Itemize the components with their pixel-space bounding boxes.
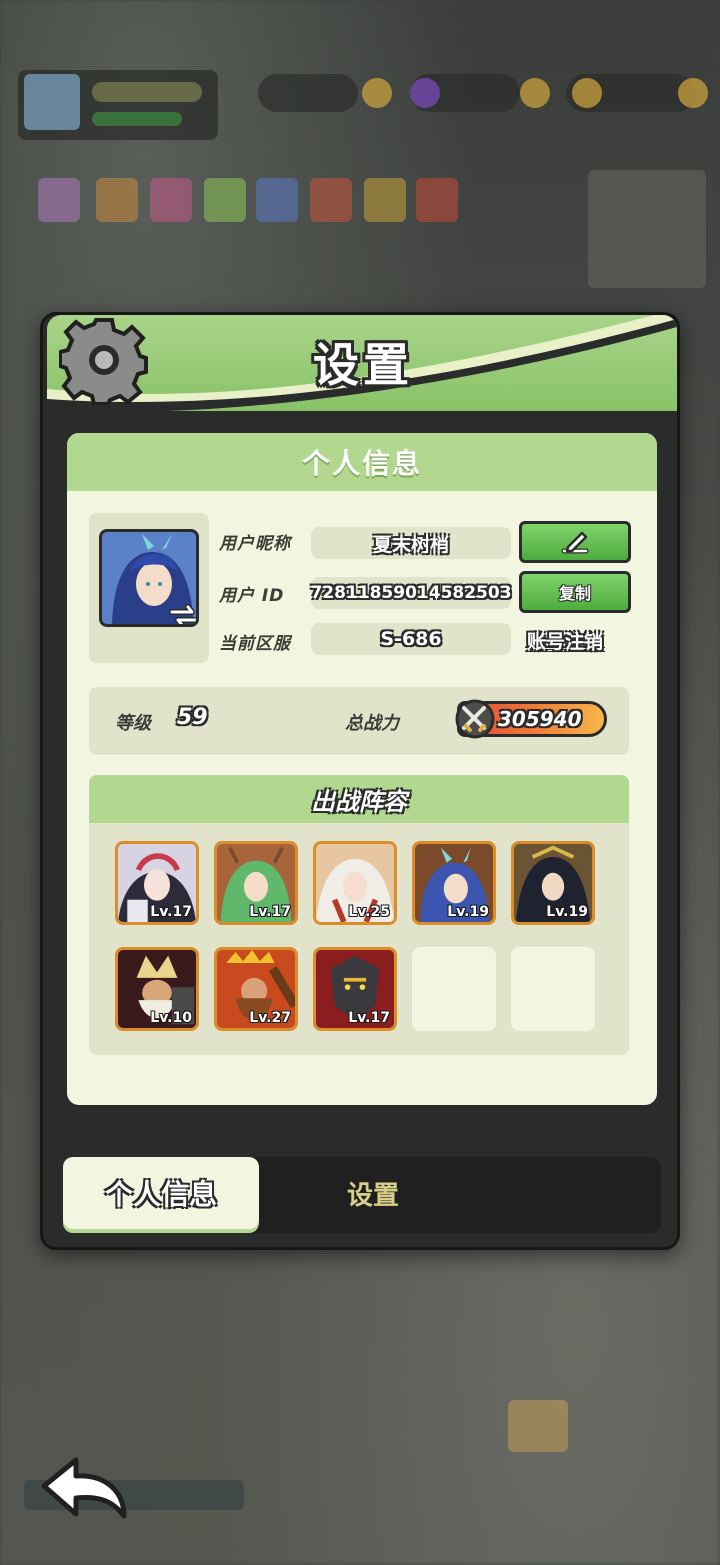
background-menu-icon: [364, 178, 406, 222]
hero-level: Lv.25: [348, 904, 390, 920]
user-id-label: 用户 ID: [219, 586, 285, 606]
background-name-bar: [92, 82, 202, 102]
background-coin-icon: [520, 78, 550, 108]
background-exp-bar: [92, 112, 182, 126]
power-label: 总战力: [345, 713, 399, 734]
personal-info-panel: 个人信息 用户昵称 夏末树梢 用户 ID 72811859014582503 复…: [67, 433, 657, 1105]
hero-slot[interactable]: Lv.17: [214, 841, 298, 925]
level-value: 59: [177, 705, 208, 730]
copy-id-button[interactable]: 复制: [519, 571, 631, 613]
server-field: S-686: [311, 623, 511, 655]
hero-slot[interactable]: Lv.10: [115, 947, 199, 1031]
hero-grid: Lv.17 Lv.17 Lv.25 Lv.19 Lv.19 Lv.10 Lv.2…: [115, 841, 595, 1031]
background-card: [508, 1400, 568, 1452]
lineup-header: 出战阵容: [89, 775, 629, 823]
edit-nickname-button[interactable]: [519, 521, 631, 563]
user-id-field: 72811859014582503: [310, 577, 512, 609]
empty-hero-slot[interactable]: [412, 947, 496, 1031]
hero-level: Lv.17: [150, 904, 192, 920]
nickname-label: 用户昵称: [219, 534, 291, 554]
hero-level: Lv.27: [249, 1010, 291, 1026]
level-label: 等级: [115, 713, 151, 734]
personal-info-title: 个人信息: [301, 447, 422, 480]
personal-info-header: 个人信息: [67, 433, 657, 491]
hero-level: Lv.17: [249, 904, 291, 920]
hero-slot[interactable]: Lv.19: [412, 841, 496, 925]
crossed-swords-icon: [455, 699, 495, 739]
battle-lineup: 出战阵容 Lv.17 Lv.17 Lv.25 Lv.19 Lv.19 Lv.10…: [89, 775, 629, 1055]
dialog-tabs: 个人信息 设置: [63, 1157, 661, 1233]
back-arrow-icon[interactable]: [36, 1452, 132, 1524]
empty-hero-slot[interactable]: [511, 947, 595, 1031]
hero-level: Lv.19: [546, 904, 588, 920]
background-menu-icon: [96, 178, 138, 222]
pencil-icon: [561, 531, 589, 554]
power-badge: 305940: [455, 699, 607, 739]
power-value: 305940: [498, 707, 582, 731]
dialog-title: 设置: [313, 338, 413, 392]
background-menu-icon: [416, 178, 458, 222]
nickname-field: 夏末树梢: [311, 527, 511, 559]
settings-dialog: 设置 个人信息 用户昵称 夏末树梢 用户 ID 7281185901458250…: [40, 312, 680, 1250]
background-coin-icon: [572, 78, 602, 108]
background-coin-icon: [678, 78, 708, 108]
hero-level: Lv.19: [447, 904, 489, 920]
lineup-title: 出战阵容: [311, 787, 407, 816]
hero-slot[interactable]: Lv.17: [115, 841, 199, 925]
background-avatar: [24, 74, 80, 130]
hero-slot[interactable]: Lv.19: [511, 841, 595, 925]
hero-slot[interactable]: Lv.17: [313, 947, 397, 1031]
background-minimap: [588, 170, 706, 288]
tab-settings[interactable]: 设置: [275, 1157, 471, 1229]
background-menu-icon: [38, 178, 80, 222]
avatar-container[interactable]: [89, 513, 209, 663]
background-menu-icon: [150, 178, 192, 222]
hero-level: Lv.17: [348, 1010, 390, 1026]
hero-level: Lv.10: [150, 1010, 192, 1026]
swap-avatar-icon[interactable]: [168, 602, 199, 627]
avatar[interactable]: [99, 529, 199, 627]
background-menu-icon: [204, 178, 246, 222]
cancel-account-link[interactable]: 账号注销: [527, 627, 603, 654]
server-label: 当前区服: [219, 634, 291, 654]
hero-slot[interactable]: Lv.25: [313, 841, 397, 925]
background-coin-icon: [362, 78, 392, 108]
background-gem-icon: [410, 78, 440, 108]
background-resource-pill: [258, 74, 358, 112]
tab-personal-info[interactable]: 个人信息: [63, 1157, 259, 1229]
stats-bar: 等级 59 总战力 305940: [89, 687, 629, 755]
background-menu-icon: [256, 178, 298, 222]
background-menu-icon: [310, 178, 352, 222]
hero-slot[interactable]: Lv.27: [214, 947, 298, 1031]
